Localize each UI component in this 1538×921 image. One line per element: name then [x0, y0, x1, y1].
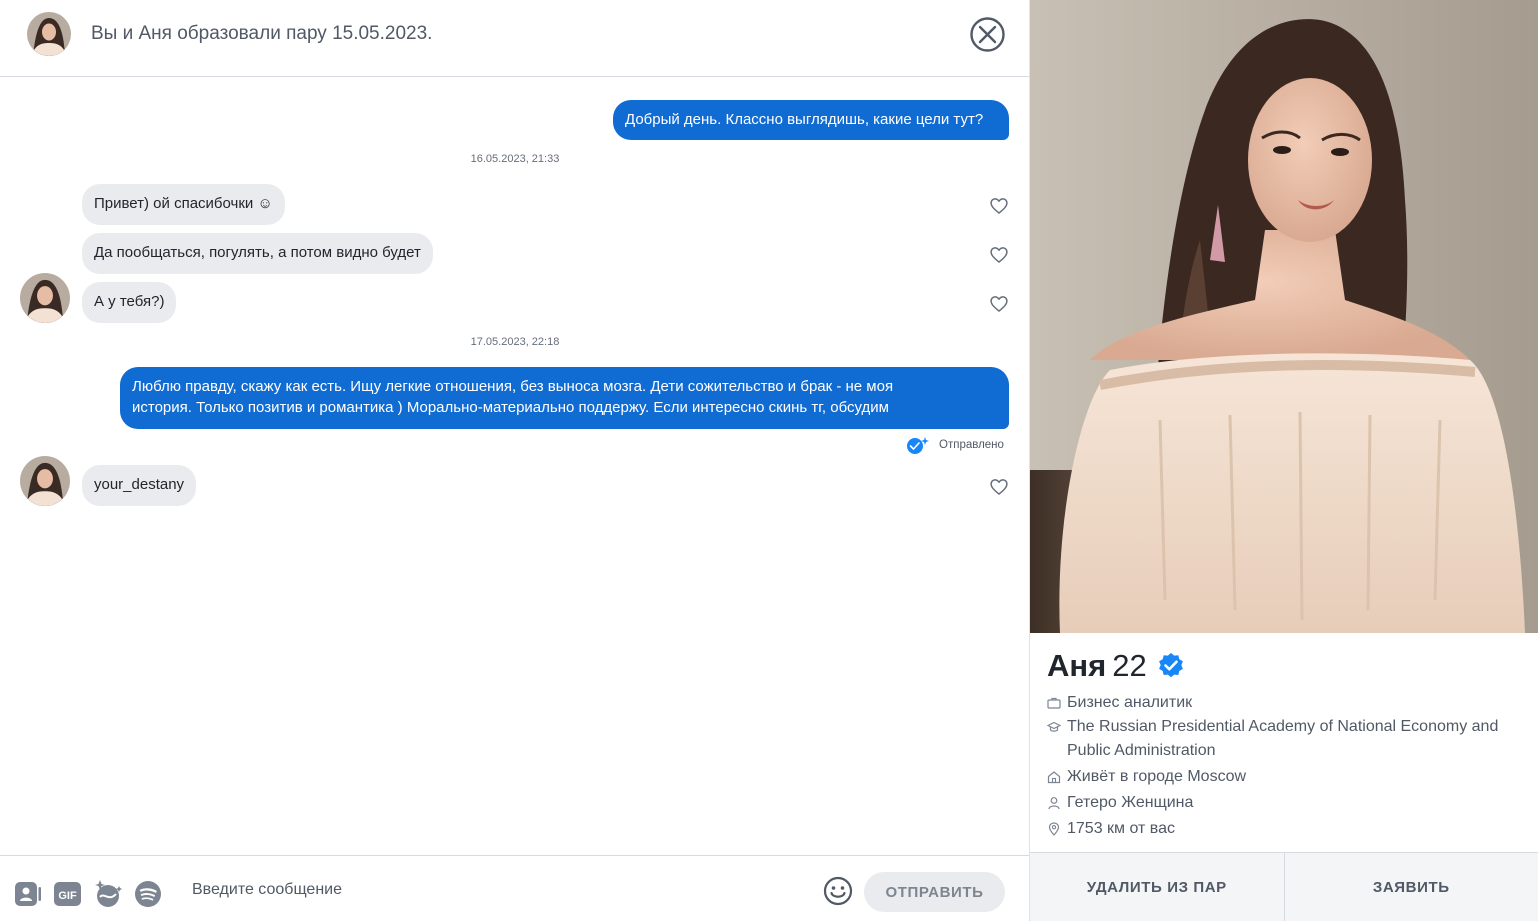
message-incoming[interactable]: А у тебя?) — [82, 282, 177, 323]
close-icon[interactable] — [969, 16, 1006, 53]
emoji-icon[interactable] — [823, 876, 853, 906]
chat-header: Вы и Аня образовали пару 15.05.2023. — [0, 0, 1029, 77]
message-outgoing[interactable]: Люблю правду, скажу как есть. Ищу легкие… — [120, 367, 1009, 429]
graduation-cap-icon — [1047, 721, 1061, 732]
profile-job-label: Бизнес аналитик — [1067, 694, 1193, 711]
send-button[interactable]: ОТПРАВИТЬ — [864, 872, 1005, 912]
spotify-icon[interactable] — [134, 880, 162, 908]
profile-actions: УДАЛИТЬ ИЗ ПАР ЗАЯВИТЬ — [1030, 852, 1538, 921]
profile-school: The Russian Presidential Academy of Nati… — [1047, 715, 1498, 763]
report-button[interactable]: ЗАЯВИТЬ — [1283, 853, 1538, 921]
profile-name: Аня 22 — [1047, 648, 1185, 684]
profile-orientation: Гетеро Женщина — [1047, 791, 1193, 815]
message-timestamp: 17.05.2023, 22:18 — [470, 336, 560, 348]
heart-icon[interactable] — [989, 245, 1009, 265]
profile-orientation-label: Гетеро Женщина — [1067, 794, 1194, 811]
profile-city: Живёт в городе Moscow — [1047, 765, 1246, 789]
profile-distance: 1753 км от вас — [1047, 817, 1175, 841]
match-avatar[interactable] — [20, 273, 70, 323]
message-incoming[interactable]: your_destany — [82, 465, 197, 506]
message-timestamp: 16.05.2023, 21:33 — [470, 153, 560, 165]
gif-label: GIF — [58, 890, 77, 902]
message-input[interactable] — [180, 874, 800, 906]
location-pin-icon — [1048, 822, 1060, 836]
person-icon — [1048, 797, 1060, 810]
gif-icon[interactable]: GIF — [54, 880, 82, 908]
delivery-status: Отправлено — [905, 436, 1004, 454]
sticker-icon[interactable] — [14, 880, 42, 908]
heart-icon[interactable] — [989, 294, 1009, 314]
profile-distance-label: 1753 км от вас — [1067, 820, 1176, 837]
briefcase-icon — [1047, 697, 1061, 709]
message-line: история. Только позитив и романтика ) Мо… — [132, 399, 889, 416]
profile-first-name: Аня — [1047, 648, 1107, 683]
home-icon — [1047, 771, 1061, 784]
profile-job: Бизнес аналитик — [1047, 691, 1192, 715]
sent-check-icon — [907, 437, 929, 454]
message-incoming[interactable]: Привет) ой спасибочки ☺ — [82, 184, 285, 225]
profile-school-line: Public Administration — [1067, 742, 1216, 759]
match-avatar[interactable] — [27, 12, 71, 56]
match-avatar[interactable] — [20, 456, 70, 506]
sparkle-icon[interactable] — [94, 880, 122, 908]
chat-pane: Вы и Аня образовали пару 15.05.2023. Доб… — [0, 0, 1030, 921]
unmatch-button[interactable]: УДАЛИТЬ ИЗ ПАР — [1030, 853, 1284, 921]
heart-icon[interactable] — [989, 477, 1009, 497]
message-incoming[interactable]: Да пообщаться, погулять, а потом видно б… — [82, 233, 433, 274]
profile-photo[interactable] — [1030, 0, 1538, 633]
heart-icon[interactable] — [989, 196, 1009, 216]
message-line: Люблю правду, скажу как есть. Ищу легкие… — [132, 378, 894, 395]
message-outgoing[interactable]: Добрый день. Классно выглядишь, какие це… — [613, 100, 1009, 140]
match-title: Вы и Аня образовали пару 15.05.2023. — [91, 23, 433, 44]
delivery-status-label: Отправлено — [939, 439, 1004, 451]
profile-school-line: The Russian Presidential Academy of Nati… — [1067, 718, 1499, 735]
profile-city-label: Живёт в городе Moscow — [1067, 768, 1247, 785]
verified-icon — [1158, 653, 1183, 678]
profile-pane: Аня 22 Бизнес аналитик The Russian Presi… — [1030, 0, 1538, 921]
profile-age: 22 — [1112, 648, 1147, 683]
